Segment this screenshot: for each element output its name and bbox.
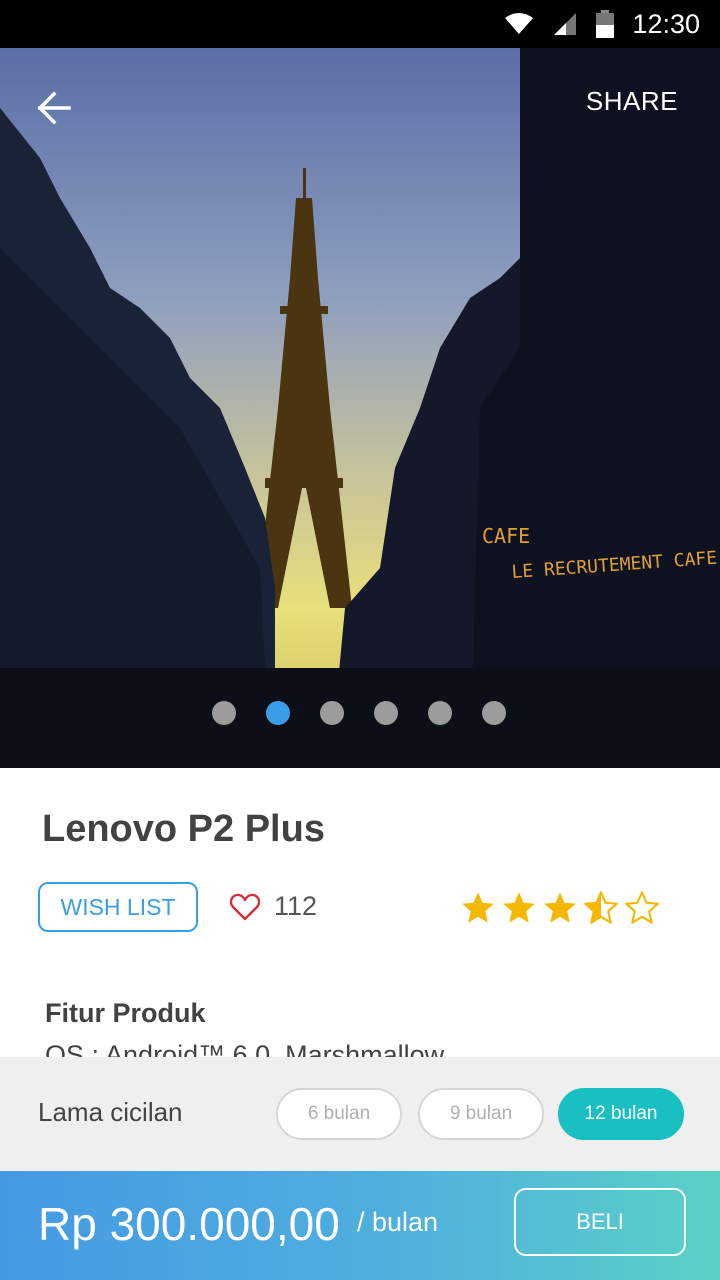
star-full-icon	[462, 892, 494, 923]
carousel-dot-active[interactable]	[266, 701, 290, 725]
star-half-icon	[584, 891, 618, 924]
carousel-dot[interactable]	[482, 701, 506, 725]
status-icons: 12:30	[504, 0, 700, 48]
product-image-carousel[interactable]: CAFE LE RECRUTEMENT CAFE SHARE	[0, 48, 720, 768]
battery-icon	[596, 10, 615, 38]
price: Rp 300.000,00	[38, 1198, 340, 1250]
buy-button[interactable]: BELI	[514, 1188, 686, 1256]
like-button[interactable]: 112	[230, 891, 317, 922]
carousel-dot[interactable]	[428, 701, 452, 725]
installment-option-12-selected[interactable]: 12 bulan	[558, 1088, 684, 1140]
arrow-left-icon	[37, 91, 71, 125]
installment-label: Lama cicilan	[38, 1097, 183, 1127]
status-bar: 12:30	[0, 0, 720, 48]
carousel-dot[interactable]	[212, 701, 236, 725]
star-rating	[460, 890, 660, 926]
like-count: 112	[274, 891, 318, 921]
star-full-icon	[503, 892, 535, 923]
wishlist-button[interactable]: WISH LIST	[38, 882, 198, 932]
heart-icon	[230, 893, 260, 920]
installment-selector: Lama cicilan 6 bulan 9 bulan 12 bulan	[0, 1057, 720, 1171]
share-button[interactable]: SHARE	[586, 86, 678, 117]
clock: 12:30	[632, 8, 700, 39]
carousel-dot[interactable]	[320, 701, 344, 725]
star-full-icon	[544, 892, 576, 923]
back-button[interactable]	[30, 84, 78, 132]
star-empty-icon	[625, 891, 659, 924]
price-unit: / bulan	[357, 1207, 439, 1237]
carousel-indicator	[0, 701, 720, 725]
installment-option-9[interactable]: 9 bulan	[418, 1088, 544, 1140]
features-title: Fitur Produk	[45, 998, 206, 1028]
wifi-icon	[505, 13, 534, 34]
carousel-dot[interactable]	[374, 701, 398, 725]
checkout-bar: Rp 300.000,00 / bulan BELI	[0, 1171, 720, 1280]
installment-option-6[interactable]: 6 bulan	[276, 1088, 402, 1140]
product-image: CAFE LE RECRUTEMENT CAFE	[0, 48, 720, 768]
cafe-sign: CAFE	[482, 524, 530, 548]
product-title: Lenovo P2 Plus	[42, 808, 325, 850]
signal-icon	[554, 13, 577, 35]
